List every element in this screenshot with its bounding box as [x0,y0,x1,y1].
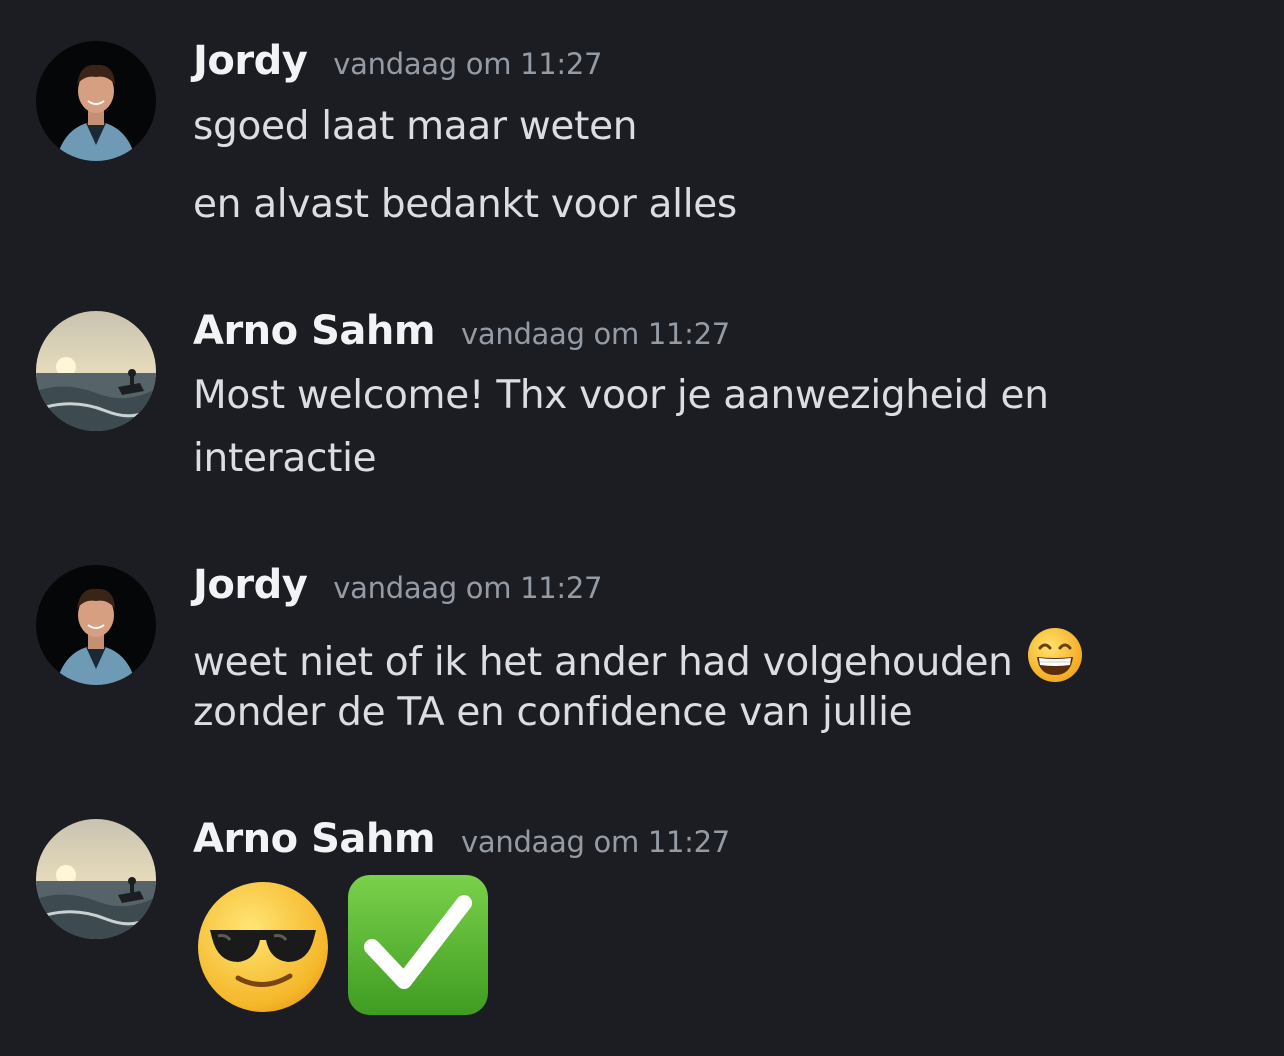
message-header: Arno Sahm vandaag om 11:27 [193,308,730,354]
author-name[interactable]: Arno Sahm [193,816,436,862]
avatar[interactable] [36,41,156,161]
timestamp: vandaag om 11:27 [461,825,730,859]
message-text: en alvast bedankt voor alles [193,182,737,227]
author-name[interactable]: Jordy [193,562,308,608]
author-name[interactable]: Jordy [193,38,308,84]
arno-avatar-icon [36,311,156,431]
message-text: sgoed laat maar weten [193,104,638,149]
grinning-squinting-face-icon [1027,627,1083,693]
timestamp: vandaag om 11:27 [333,571,603,605]
message-header: Jordy vandaag om 11:27 [193,38,602,84]
check-mark-button-icon [346,873,490,1021]
timestamp: vandaag om 11:27 [461,317,730,351]
message-text-content: weet niet of ik het ander had volgehoude… [193,640,1013,685]
jordy-avatar-icon [36,41,156,161]
message-header: Jordy vandaag om 11:27 [193,562,602,608]
message-text: Most welcome! Thx voor je aanwezigheid e… [193,373,1049,418]
arno-avatar-icon [36,819,156,939]
avatar[interactable] [36,565,156,685]
avatar[interactable] [36,311,156,431]
avatar[interactable] [36,819,156,939]
timestamp: vandaag om 11:27 [333,47,603,81]
message-text: interactie [193,436,377,481]
message-text: zonder de TA en confidence van jullie [193,690,913,735]
message-header: Arno Sahm vandaag om 11:27 [193,816,730,862]
jordy-avatar-icon [36,565,156,685]
author-name[interactable]: Arno Sahm [193,308,436,354]
sunglasses-face-icon [196,880,330,1018]
message-text: weet niet of ik het ander had volgehoude… [193,627,1083,693]
